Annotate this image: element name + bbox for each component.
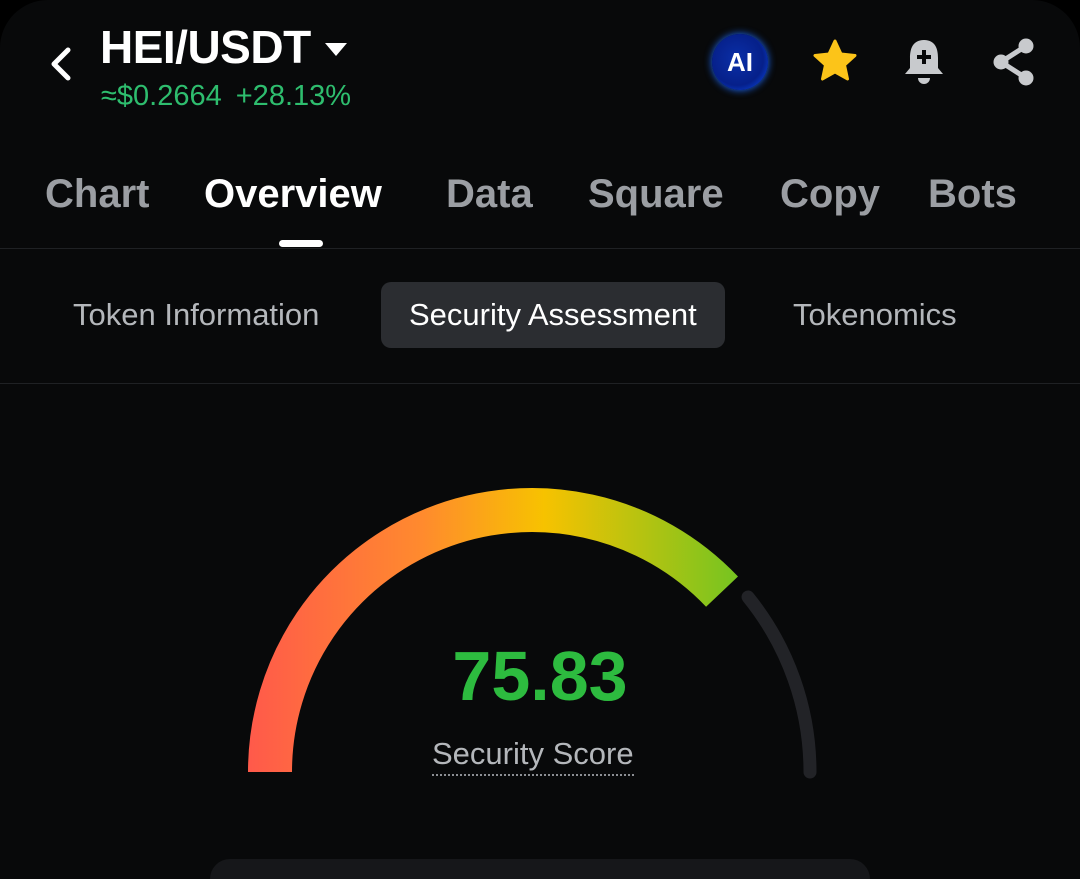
tab-bots[interactable]: Bots	[928, 172, 1017, 217]
share-icon[interactable]	[990, 34, 1038, 90]
star-icon[interactable]	[810, 34, 860, 90]
price-info: ≈$0.2664 +28.13%	[101, 80, 351, 113]
security-score-label[interactable]: Security Score	[432, 736, 634, 776]
tab-overview[interactable]: Overview	[204, 172, 382, 217]
info-card	[210, 859, 870, 879]
dropdown-caret-icon	[324, 42, 347, 56]
subtab-security-assessment[interactable]: Security Assessment	[381, 282, 725, 348]
back-arrow-icon[interactable]	[42, 44, 82, 84]
pair-title: HEI/USDT	[100, 21, 311, 73]
ai-button[interactable]: AI	[712, 34, 768, 90]
price-change: +28.13%	[235, 80, 352, 112]
subtab-tokenomics[interactable]: Tokenomics	[793, 282, 957, 348]
main-tabs: Chart Overview Data Square Copy Bots	[0, 168, 1080, 249]
active-tab-indicator	[279, 240, 323, 247]
ai-label: AI	[727, 46, 753, 77]
pair-selector[interactable]: HEI/USDT	[100, 20, 347, 74]
tab-square[interactable]: Square	[588, 172, 724, 217]
tab-data[interactable]: Data	[446, 172, 533, 217]
bell-plus-icon[interactable]	[902, 34, 946, 90]
price: ≈$0.2664	[101, 80, 222, 112]
subtab-token-information[interactable]: Token Information	[73, 282, 319, 348]
security-score-value: 75.83	[452, 637, 628, 715]
sub-tabs: Token Information Security Assessment To…	[0, 249, 1080, 384]
screen: HEI/USDT ≈$0.2664 +28.13% AI Chart Overv…	[0, 0, 1080, 879]
tab-copy[interactable]: Copy	[780, 172, 880, 217]
tab-chart[interactable]: Chart	[45, 172, 149, 217]
